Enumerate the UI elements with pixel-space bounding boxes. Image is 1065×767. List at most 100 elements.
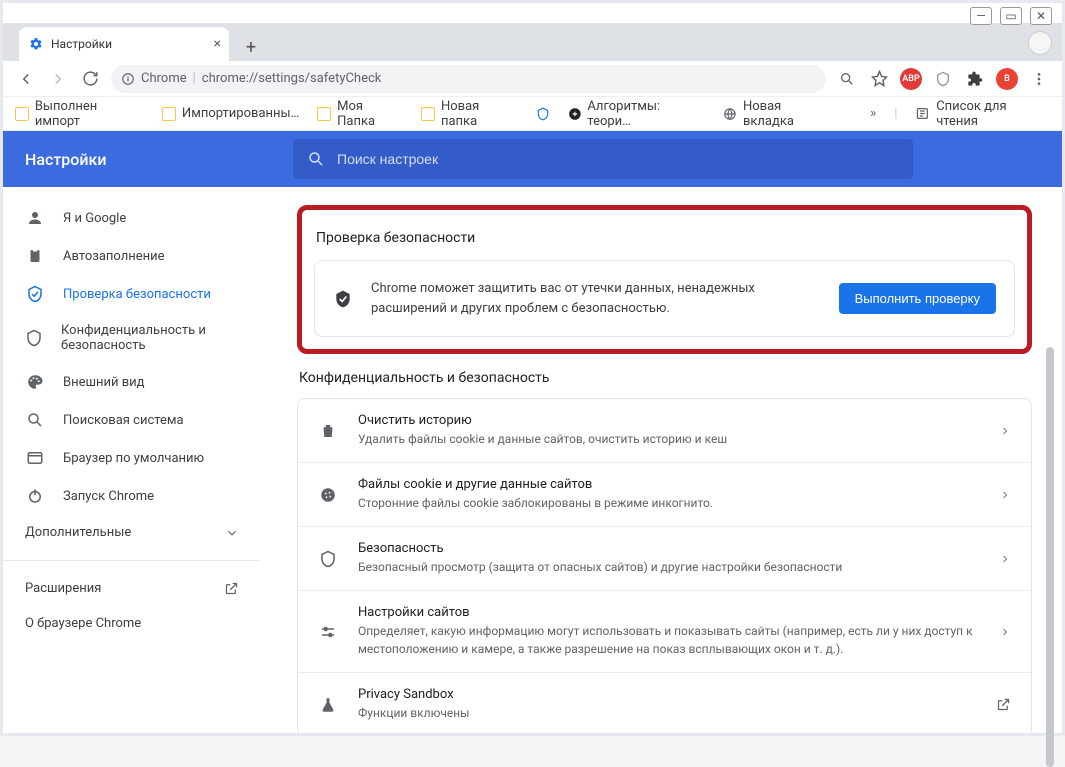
bookmark-label: Новая вкладка	[743, 99, 834, 129]
address-bar[interactable]: Chrome | chrome://settings/safetyCheck	[111, 65, 826, 93]
palette-icon	[25, 373, 45, 391]
sidebar-item-appearance[interactable]: Внешний вид	[3, 363, 261, 401]
bookmarks-overflow-button[interactable]: »	[870, 106, 876, 121]
extensions-puzzle-icon[interactable]	[964, 68, 986, 90]
bookmark-star-icon[interactable]	[868, 68, 890, 90]
bookmark-label: Моя Папка	[337, 99, 403, 129]
bookmark-label: Импортированны…	[182, 106, 299, 121]
back-button[interactable]	[15, 68, 37, 90]
settings-search-input[interactable]	[337, 151, 899, 167]
shield-icon	[25, 329, 43, 347]
sidebar-item-label: Запуск Chrome	[63, 489, 154, 504]
row-subtitle: Определяет, какую информацию могут испол…	[358, 622, 979, 658]
bookmark-label: Выполнен импорт	[35, 99, 144, 129]
bookmark-folder[interactable]: Моя Папка	[317, 99, 403, 129]
new-tab-button[interactable]: +	[237, 33, 265, 61]
sidebar-item-safety-check[interactable]: Проверка безопасности	[3, 275, 261, 313]
sidebar-item-privacy-security[interactable]: Конфиденциальность и безопасность	[3, 313, 261, 363]
chevron-right-icon	[999, 626, 1011, 638]
row-subtitle: Функции включены	[358, 704, 976, 722]
sidebar-item-label: Автозаполнение	[63, 249, 165, 264]
bookmark-folder[interactable]: Импортированны…	[162, 106, 299, 121]
settings-sidebar: Я и Google Автозаполнение Проверка безоп…	[3, 187, 261, 733]
sidebar-item-on-startup[interactable]: Запуск Chrome	[3, 477, 261, 515]
reading-list-button[interactable]: Список для чтения	[915, 99, 1050, 129]
sidebar-item-label: О браузере Chrome	[25, 616, 141, 631]
maximize-button[interactable]: ▭	[1000, 7, 1022, 25]
safety-check-title: Проверка безопасности	[316, 230, 1015, 246]
trash-icon	[318, 422, 338, 440]
bookmarks-bar: Выполнен импорт Импортированны… Моя Папк…	[3, 97, 1062, 131]
bookmark-folder[interactable]: Новая папка	[421, 99, 517, 129]
row-privacy-sandbox[interactable]: Privacy Sandbox Функции включены	[298, 673, 1031, 733]
browser-window: — ▭ ✕ Настройки × + Chrome | chrome://se…	[0, 0, 1065, 736]
search-engine-icon	[25, 411, 45, 429]
shield-outline-icon	[318, 550, 338, 568]
shield-check-icon	[25, 285, 45, 303]
browser-menu-icon[interactable]	[1028, 68, 1050, 90]
person-icon	[25, 209, 45, 227]
safety-check-card: Chrome поможет защитить вас от утечки да…	[314, 260, 1015, 337]
settings-search[interactable]	[293, 139, 913, 179]
sidebar-item-about-chrome[interactable]: О браузере Chrome	[3, 606, 261, 641]
row-title: Безопасность	[358, 541, 979, 556]
flask-icon	[318, 696, 338, 714]
sidebar-item-label: Поисковая система	[63, 413, 184, 428]
minimize-button[interactable]: —	[970, 7, 992, 25]
bookmark-label: Новая папка	[441, 99, 518, 129]
browser-tab-settings[interactable]: Настройки ×	[19, 27, 229, 61]
cookie-icon	[318, 486, 338, 504]
row-title: Файлы cookie и другие данные сайтов	[358, 477, 979, 492]
sidebar-item-advanced[interactable]: Дополнительные	[3, 515, 261, 550]
row-subtitle: Сторонние файлы cookie заблокированы в р…	[358, 494, 979, 512]
tab-close-icon[interactable]: ×	[214, 36, 221, 52]
settings-gear-icon	[29, 37, 43, 51]
window-controls: — ▭ ✕	[970, 7, 1052, 25]
sidebar-item-you-and-google[interactable]: Я и Google	[3, 199, 261, 237]
run-check-button[interactable]: Выполнить проверку	[839, 283, 996, 314]
zoom-search-icon[interactable]	[836, 68, 858, 90]
folder-icon	[421, 107, 435, 121]
abp-extension-icon[interactable]: ABP	[900, 68, 922, 90]
close-window-button[interactable]: ✕	[1030, 7, 1052, 25]
scrollbar[interactable]	[1046, 347, 1054, 767]
address-separator: |	[193, 71, 196, 86]
sidebar-item-search-engine[interactable]: Поисковая система	[3, 401, 261, 439]
sliders-icon	[318, 623, 338, 641]
user-avatar[interactable]: B	[996, 68, 1018, 90]
row-clear-history[interactable]: Очистить историю Удалить файлы cookie и …	[298, 399, 1031, 463]
privacy-list: Очистить историю Удалить файлы cookie и …	[297, 398, 1032, 733]
external-link-icon	[224, 581, 239, 596]
tab-title: Настройки	[51, 37, 112, 51]
bookmark-folder[interactable]: Выполнен импорт	[15, 99, 144, 129]
sidebar-item-label: Внешний вид	[63, 375, 145, 390]
settings-header: Настройки	[3, 131, 1062, 187]
privacy-section-title: Конфиденциальность и безопасность	[299, 370, 1032, 386]
reload-button[interactable]	[79, 68, 101, 90]
sidebar-item-autofill[interactable]: Автозаполнение	[3, 237, 261, 275]
sidebar-item-label: Я и Google	[63, 211, 126, 226]
browser-icon	[25, 449, 45, 467]
chevron-right-icon	[999, 425, 1011, 437]
row-title: Настройки сайтов	[358, 605, 979, 620]
sidebar-item-extensions[interactable]: Расширения	[3, 571, 261, 606]
settings-title: Настройки	[25, 150, 263, 169]
sidebar-item-label: Проверка безопасности	[63, 287, 211, 302]
chevron-down-icon	[225, 526, 239, 540]
sidebar-item-default-browser[interactable]: Браузер по умолчанию	[3, 439, 261, 477]
row-site-settings[interactable]: Настройки сайтов Определяет, какую инфор…	[298, 591, 1031, 673]
search-icon	[307, 150, 325, 168]
bookmark-item[interactable]: Алгоритмы: теори…	[568, 99, 706, 129]
address-chrome-label: Chrome	[141, 71, 187, 86]
forward-button[interactable]	[47, 68, 69, 90]
bookmark-shield[interactable]	[536, 107, 550, 121]
folder-icon	[317, 107, 331, 121]
profile-icon[interactable]	[1028, 31, 1052, 55]
shield-extension-icon[interactable]	[932, 68, 954, 90]
row-security[interactable]: Безопасность Безопасный просмотр (защита…	[298, 527, 1031, 591]
chevron-right-icon	[999, 489, 1011, 501]
bookmark-item[interactable]: Новая вкладка	[723, 99, 834, 129]
main-area: Я и Google Автозаполнение Проверка безоп…	[3, 187, 1062, 733]
row-cookies[interactable]: Файлы cookie и другие данные сайтов Стор…	[298, 463, 1031, 527]
settings-content: Проверка безопасности Chrome поможет защ…	[261, 187, 1062, 733]
